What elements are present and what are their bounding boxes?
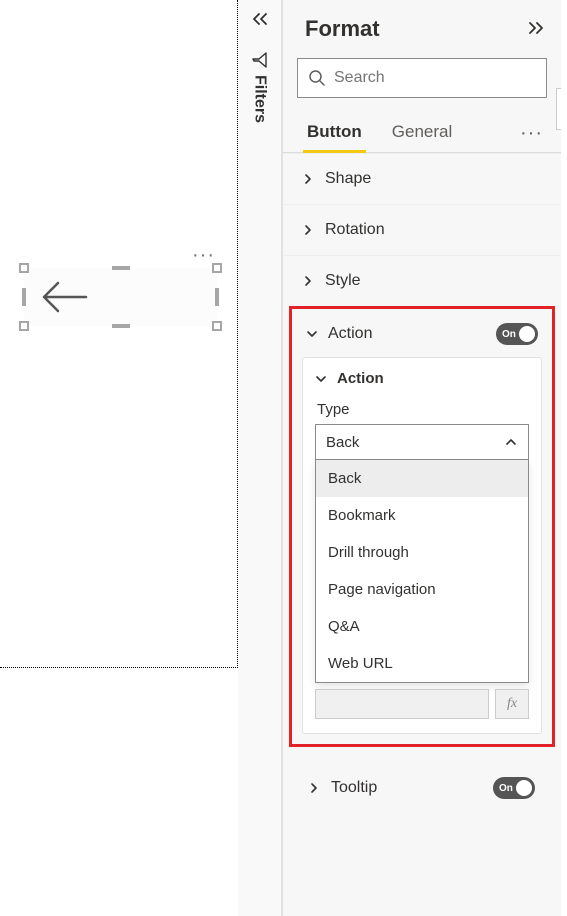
selection-corner-ne[interactable]	[212, 263, 222, 273]
section-action[interactable]: Action On	[292, 309, 552, 357]
chevron-down-icon	[306, 329, 318, 339]
back-button-visual[interactable]	[24, 268, 217, 326]
type-label: Type	[315, 397, 529, 424]
action-subheader-label: Action	[337, 370, 384, 387]
type-dropdown[interactable]: Back	[315, 424, 529, 460]
chevron-double-left-icon	[251, 12, 269, 26]
format-expand-button[interactable]	[527, 18, 545, 41]
tab-button[interactable]: Button	[303, 114, 366, 152]
chevron-down-icon	[315, 374, 327, 384]
section-shape[interactable]: Shape	[283, 153, 561, 204]
chevron-right-icon	[303, 275, 315, 287]
search-icon	[308, 69, 326, 87]
action-subsection[interactable]: Action	[315, 370, 529, 397]
section-rotation-label: Rotation	[325, 221, 385, 239]
section-style[interactable]: Style	[283, 255, 561, 306]
action-toggle[interactable]: On	[496, 323, 538, 345]
filters-pane-collapsed: Filters	[238, 0, 282, 916]
section-tooltip[interactable]: Tooltip On	[289, 761, 555, 815]
tooltip-toggle[interactable]: On	[493, 777, 535, 799]
dropdown-option-web-url[interactable]: Web URL	[316, 645, 528, 682]
dropdown-option-qa[interactable]: Q&A	[316, 608, 528, 645]
selection-corner-sw[interactable]	[19, 321, 29, 331]
chevron-right-icon	[303, 224, 315, 236]
filter-icon	[251, 51, 269, 69]
section-rotation[interactable]: Rotation	[283, 204, 561, 255]
format-title: Format	[305, 16, 380, 42]
action-value-input-disabled	[315, 689, 489, 719]
report-canvas[interactable]: ···	[0, 0, 238, 668]
arrow-left-icon	[38, 278, 88, 316]
dropdown-option-drill-through[interactable]: Drill through	[316, 534, 528, 571]
section-tooltip-label: Tooltip	[331, 779, 377, 797]
pane-scroll-indicator	[556, 88, 561, 130]
section-shape-label: Shape	[325, 170, 371, 188]
search-input[interactable]	[334, 69, 536, 87]
format-search-box[interactable]	[297, 58, 547, 98]
selection-corner-nw[interactable]	[19, 263, 29, 273]
chevron-right-icon	[303, 173, 315, 185]
toggle-on-label: On	[502, 329, 516, 340]
tabs-more-button[interactable]: ···	[520, 122, 547, 145]
chevron-up-icon	[504, 437, 518, 447]
selection-handle-e[interactable]	[215, 288, 219, 306]
format-tabs: Button General ···	[283, 106, 561, 153]
format-pane: Format Button General ··· Shape	[282, 0, 561, 916]
filters-label: Filters	[251, 75, 269, 123]
dropdown-option-bookmark[interactable]: Bookmark	[316, 497, 528, 534]
chevron-right-icon	[309, 782, 321, 794]
fx-button[interactable]: fx	[495, 689, 529, 719]
selection-handle-n[interactable]	[112, 266, 130, 270]
selection-handle-w[interactable]	[22, 288, 26, 306]
type-dropdown-value: Back	[326, 434, 359, 451]
selection-corner-se[interactable]	[212, 321, 222, 331]
type-dropdown-list: Back Bookmark Drill through Page navigat…	[315, 460, 529, 683]
dropdown-option-back[interactable]: Back	[316, 460, 528, 497]
tab-general[interactable]: General	[388, 114, 456, 152]
dropdown-option-page-navigation[interactable]: Page navigation	[316, 571, 528, 608]
filters-collapse-button[interactable]	[238, 0, 281, 37]
toggle-on-label: On	[499, 783, 513, 794]
selection-handle-s[interactable]	[112, 324, 130, 328]
action-card: Action Type Back Back Bookmark Drill thr…	[302, 357, 542, 734]
chevron-double-right-icon	[527, 21, 545, 35]
section-style-label: Style	[325, 272, 361, 290]
action-section-highlight: Action On Action Type Back Back B	[289, 306, 555, 747]
section-action-label: Action	[328, 325, 372, 343]
